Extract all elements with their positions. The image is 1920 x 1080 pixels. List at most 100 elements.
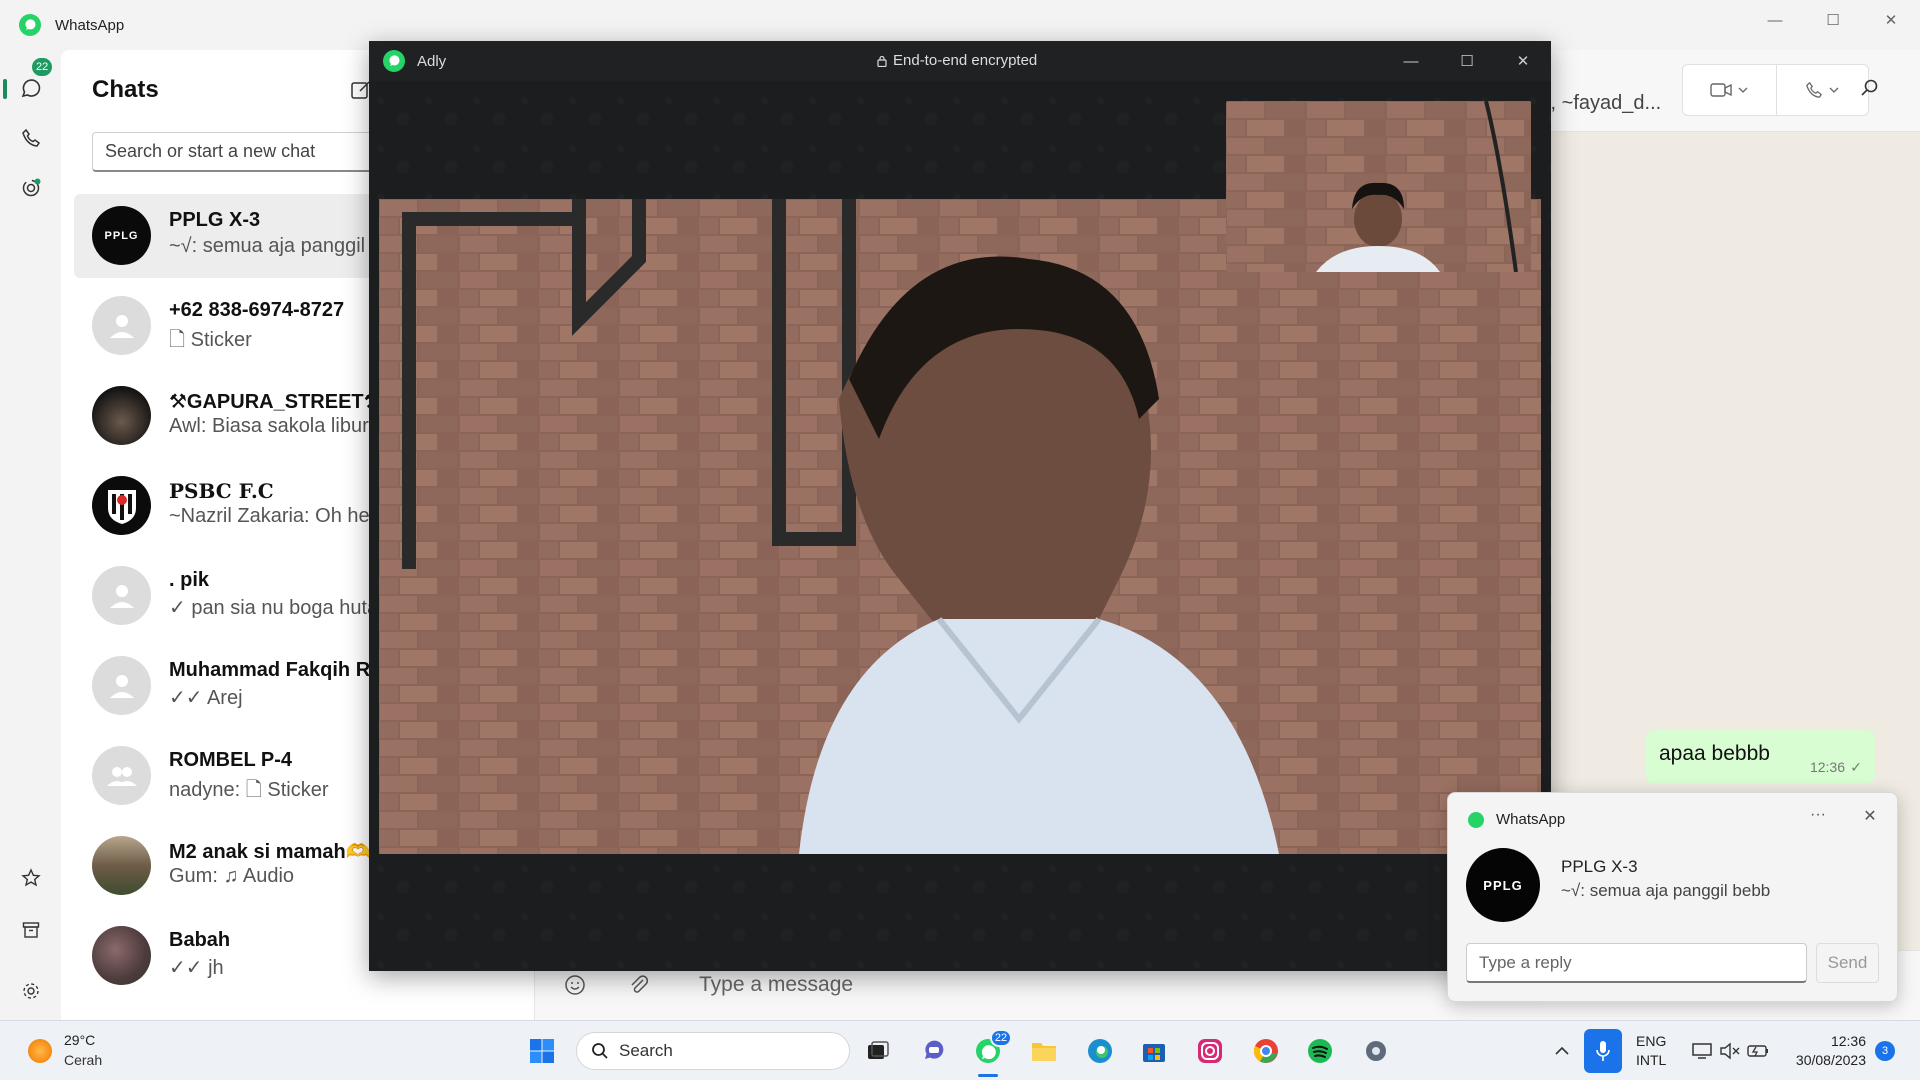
system-clock[interactable]: 12:36 30/08/2023 xyxy=(1786,1032,1866,1070)
keyboard-language[interactable]: ENG INTL xyxy=(1636,1032,1666,1070)
chat-preview: 🗋 Sticker xyxy=(169,329,252,351)
nav-rail: 22 xyxy=(0,50,61,1052)
whatsapp-logo-icon xyxy=(1468,812,1484,828)
toast-message: ~√: semua aja panggil bebb xyxy=(1561,881,1771,900)
file-explorer-icon[interactable] xyxy=(1028,1035,1060,1067)
chevron-up-icon[interactable] xyxy=(1546,1035,1578,1067)
chat-preview: nadyne: 🗋 Sticker xyxy=(169,779,329,801)
chevron-down-icon xyxy=(1738,87,1748,93)
chat-name: +62 838-6974-8727 xyxy=(169,299,345,321)
clock-time: 12:36 xyxy=(1830,1033,1866,1049)
search-icon xyxy=(592,1043,608,1059)
teams-chat-icon[interactable] xyxy=(918,1035,950,1067)
archive-icon[interactable] xyxy=(11,910,51,950)
send-button[interactable]: Send xyxy=(1816,943,1879,983)
message-input[interactable]: Type a message xyxy=(699,973,853,997)
chat-preview: ✓ pan sia nu boga hutang xyxy=(169,597,401,619)
chats-heading: Chats xyxy=(92,76,159,103)
start-windows-icon[interactable] xyxy=(526,1035,558,1067)
lock-icon xyxy=(877,55,887,67)
call-contact-name: Adly xyxy=(417,52,447,70)
window-controls: — ☐ ✕ xyxy=(1746,0,1920,40)
remote-video-feed xyxy=(379,199,1541,854)
whatsapp-logo-icon xyxy=(383,50,405,72)
minimize-button[interactable]: — xyxy=(1383,41,1439,81)
conversation-participants[interactable]: ., ~fayad_d... xyxy=(1545,92,1661,115)
encryption-label: End-to-end encrypted xyxy=(893,52,1038,69)
chats-unread-badge: 22 xyxy=(32,58,53,76)
toast-title: PPLG X-3 xyxy=(1561,857,1638,876)
avatar: PPLG xyxy=(1466,848,1540,922)
phone-icon xyxy=(1806,81,1823,98)
chat-name: ⚒GAPURA_STREET⚒ xyxy=(169,391,382,413)
message-bubble[interactable]: apaa bebbb 12:36 ✓ xyxy=(1646,730,1875,784)
chat-name: Muhammad Fakqih R xyxy=(169,659,371,681)
avatar xyxy=(92,746,151,805)
chat-preview: ~Nazril Zakaria: Oh hey xyxy=(169,505,380,527)
avatar xyxy=(92,386,151,445)
edge-browser-icon[interactable] xyxy=(1084,1035,1116,1067)
toast-close-button[interactable]: ✕ xyxy=(1855,806,1885,826)
more-options-button[interactable]: ··· xyxy=(1803,806,1833,824)
notification-count-badge[interactable]: 3 xyxy=(1875,1041,1895,1061)
chat-name: PPLG X-3 xyxy=(169,209,261,231)
status-icon[interactable] xyxy=(11,168,51,208)
self-video-preview[interactable] xyxy=(1226,101,1531,272)
avatar xyxy=(92,836,151,895)
avatar xyxy=(92,926,151,985)
starred-icon[interactable] xyxy=(11,858,51,898)
notification-toast[interactable]: WhatsApp ··· ✕ PPLG PPLG X-3 ~√: semua a… xyxy=(1447,792,1898,1002)
active-app-indicator xyxy=(978,1074,998,1077)
whatsapp-unread-badge: 22 xyxy=(990,1029,1012,1047)
instagram-icon[interactable] xyxy=(1194,1035,1226,1067)
chat-name: M2 anak si mamah🫶 xyxy=(169,841,371,863)
call-buttons xyxy=(1682,64,1869,116)
attach-icon[interactable] xyxy=(627,973,653,999)
call-titlebar: Adly End-to-end encrypted — ☐ ✕ xyxy=(369,41,1551,81)
maximize-button[interactable]: ☐ xyxy=(1439,41,1495,81)
sent-check-icon: ✓ xyxy=(1850,759,1862,775)
chat-name: ROMBEL P-4 xyxy=(169,749,292,771)
emoji-icon[interactable] xyxy=(563,973,589,999)
video-call-button[interactable] xyxy=(1683,65,1776,115)
toast-app-name: WhatsApp xyxy=(1496,811,1566,828)
chat-preview: ✓✓ Arej xyxy=(169,687,243,709)
settings-gear-icon[interactable] xyxy=(1360,1035,1392,1067)
close-button[interactable]: ✕ xyxy=(1862,0,1920,40)
weather-description[interactable]: Cerah xyxy=(64,1052,102,1068)
close-button[interactable]: ✕ xyxy=(1495,41,1551,81)
voice-call-button[interactable] xyxy=(1775,65,1869,115)
reply-input[interactable]: Type a reply xyxy=(1466,943,1807,983)
weather-sun-icon[interactable] xyxy=(28,1039,52,1063)
search-icon[interactable] xyxy=(1860,78,1888,106)
calls-icon[interactable] xyxy=(11,118,51,158)
spotify-icon[interactable] xyxy=(1304,1035,1336,1067)
maximize-button[interactable]: ☐ xyxy=(1804,0,1862,40)
video-camera-icon xyxy=(1710,83,1732,97)
weather-temperature[interactable]: 29°C xyxy=(64,1032,95,1048)
message-time: 12:36 xyxy=(1809,759,1845,775)
keyboard-layout: INTL xyxy=(1636,1052,1667,1068)
encryption-status: End-to-end encrypted xyxy=(877,52,1037,69)
video-call-window: Adly End-to-end encrypted — ☐ ✕ xyxy=(369,41,1551,971)
taskbar-search[interactable]: Search xyxy=(576,1032,850,1070)
chrome-browser-icon[interactable] xyxy=(1250,1035,1282,1067)
taskbar-search-label: Search xyxy=(619,1041,673,1060)
app-title: WhatsApp xyxy=(55,16,125,34)
avatar xyxy=(92,566,151,625)
microsoft-store-icon[interactable] xyxy=(1138,1035,1170,1067)
task-view-icon[interactable] xyxy=(862,1035,894,1067)
avatar xyxy=(92,656,151,715)
battery-icon[interactable] xyxy=(1742,1035,1774,1067)
whatsapp-logo-icon xyxy=(19,14,41,36)
settings-icon[interactable] xyxy=(11,971,51,1011)
taskbar: 29°C Cerah Search 22 ENG INTL 12:36 30/0… xyxy=(0,1020,1920,1080)
chevron-down-icon xyxy=(1829,87,1839,93)
microphone-icon[interactable] xyxy=(1584,1029,1622,1073)
minimize-button[interactable]: — xyxy=(1746,0,1804,40)
avatar: PPLG xyxy=(92,206,151,265)
message-text: apaa bebbb xyxy=(1659,742,1770,765)
chat-name: . pik xyxy=(169,569,210,591)
language-code: ENG xyxy=(1636,1033,1667,1049)
chat-preview: Awl: Biasa sakola libur xyxy=(169,415,369,437)
